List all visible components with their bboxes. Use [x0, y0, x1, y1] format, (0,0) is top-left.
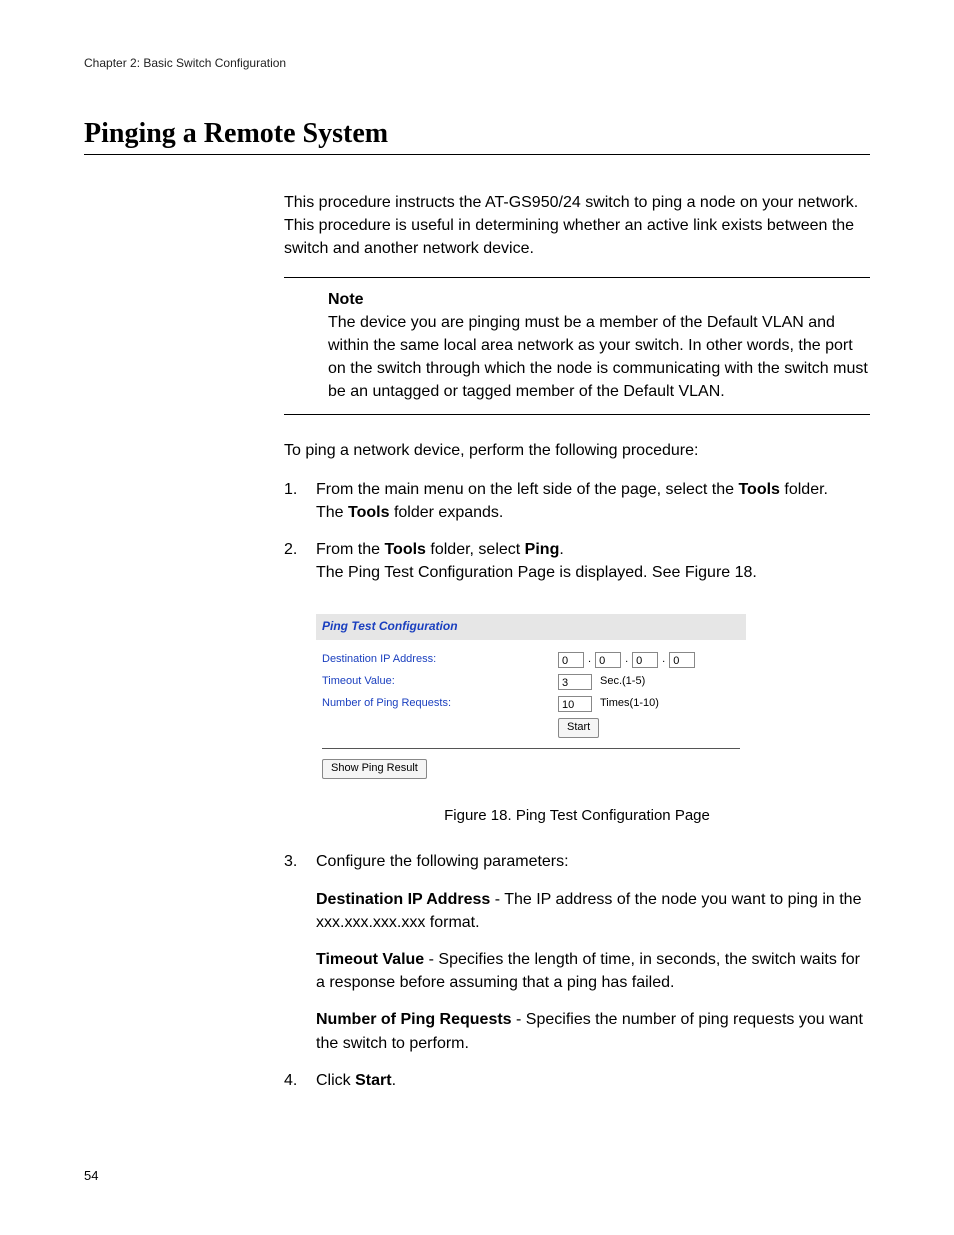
bold-tools: Tools	[738, 481, 779, 498]
step-number: 1.	[284, 478, 316, 524]
count-input[interactable]: 10	[558, 696, 592, 712]
step-body: From the Tools folder, select Ping. The …	[316, 538, 870, 584]
ip-octet-2[interactable]: 0	[595, 652, 621, 668]
bold-ping: Ping	[525, 541, 560, 558]
step-body: Configure the following parameters:	[316, 850, 870, 873]
step-body: From the main menu on the left side of t…	[316, 478, 870, 524]
note-box: Note The device you are pinging must be …	[284, 277, 870, 415]
row-timeout: Timeout Value: 3 Sec.(1-5)	[322, 674, 740, 690]
bold-start: Start	[355, 1072, 391, 1089]
step-2: 2. From the Tools folder, select Ping. T…	[284, 538, 870, 584]
label-ping-count: Number of Ping Requests:	[322, 696, 558, 712]
param-timeout: Timeout Value - Specifies the length of …	[316, 948, 870, 994]
figure-caption: Figure 18. Ping Test Configuration Page	[284, 805, 870, 827]
step-number: 2.	[284, 538, 316, 584]
row-start-button: Start	[322, 718, 740, 738]
figure-18: Ping Test Configuration Destination IP A…	[316, 614, 870, 786]
step-4: 4. Click Start.	[284, 1069, 870, 1092]
ip-inputs: 0. 0. 0. 0	[558, 652, 695, 668]
text: folder, select	[426, 541, 525, 558]
note-label: Note	[328, 288, 870, 311]
section-title: Pinging a Remote System	[84, 118, 870, 155]
count-inputs: 10 Times(1-10)	[558, 696, 659, 712]
step-3: 3. Configure the following parameters:	[284, 850, 870, 873]
step-number: 4.	[284, 1069, 316, 1092]
ping-config-panel: Ping Test Configuration Destination IP A…	[316, 614, 746, 786]
step-number: 3.	[284, 850, 316, 873]
procedure-lead-in: To ping a network device, perform the fo…	[284, 439, 870, 462]
timeout-inputs: 3 Sec.(1-5)	[558, 674, 645, 690]
step-1: 1. From the main menu on the left side o…	[284, 478, 870, 524]
param-destination-ip: Destination IP Address - The IP address …	[316, 888, 870, 934]
intro-paragraph: This procedure instructs the AT-GS950/24…	[284, 191, 870, 261]
text: .	[559, 541, 563, 558]
ip-octet-4[interactable]: 0	[669, 652, 695, 668]
content-column: This procedure instructs the AT-GS950/24…	[284, 191, 870, 1092]
text: folder expands.	[390, 504, 504, 521]
bold-tools: Tools	[384, 541, 425, 558]
timeout-input[interactable]: 3	[558, 674, 592, 690]
label-destination-ip: Destination IP Address:	[322, 652, 558, 668]
row-destination-ip: Destination IP Address: 0. 0. 0. 0	[322, 652, 740, 668]
text: .	[392, 1072, 396, 1089]
timeout-suffix: Sec.(1-5)	[600, 674, 645, 690]
row-ping-count: Number of Ping Requests: 10 Times(1-10)	[322, 696, 740, 712]
divider	[322, 748, 740, 749]
start-button[interactable]: Start	[558, 718, 599, 738]
text: The	[316, 504, 348, 521]
dot: .	[625, 652, 628, 668]
param-name: Destination IP Address	[316, 891, 490, 908]
text: The Ping Test Configuration Page is disp…	[316, 564, 757, 581]
panel-body: Destination IP Address: 0. 0. 0. 0 Timeo…	[316, 640, 746, 787]
step-body: Click Start.	[316, 1069, 870, 1092]
panel-title: Ping Test Configuration	[316, 614, 746, 639]
ip-octet-1[interactable]: 0	[558, 652, 584, 668]
ip-octet-3[interactable]: 0	[632, 652, 658, 668]
param-ping-requests: Number of Ping Requests - Specifies the …	[316, 1008, 870, 1054]
dot: .	[662, 652, 665, 668]
running-header: Chapter 2: Basic Switch Configuration	[84, 56, 870, 70]
param-name: Number of Ping Requests	[316, 1011, 512, 1028]
page-number: 54	[84, 1168, 98, 1183]
show-ping-result-button[interactable]: Show Ping Result	[322, 759, 427, 779]
label-timeout: Timeout Value:	[322, 674, 558, 690]
bold-tools: Tools	[348, 504, 389, 521]
note-text: The device you are pinging must be a mem…	[328, 311, 870, 404]
text: From the	[316, 541, 384, 558]
dot: .	[588, 652, 591, 668]
text: From the main menu on the left side of t…	[316, 481, 738, 498]
count-suffix: Times(1-10)	[600, 696, 659, 712]
page: Chapter 2: Basic Switch Configuration Pi…	[0, 0, 954, 1235]
text: folder.	[780, 481, 828, 498]
text: Click	[316, 1072, 355, 1089]
param-name: Timeout Value	[316, 951, 424, 968]
